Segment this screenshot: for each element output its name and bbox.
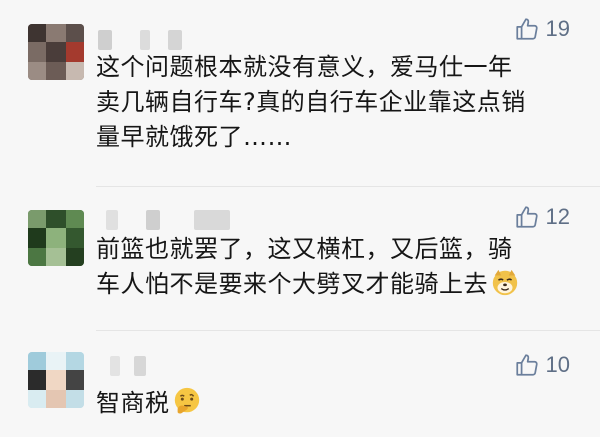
comment-text: 智商税	[96, 386, 586, 421]
comment-line: 车人怕不是要来个大劈叉才能骑上去	[96, 270, 488, 298]
like-count: 10	[545, 352, 570, 377]
divider	[96, 186, 600, 187]
thumbs-up-icon	[515, 354, 538, 376]
avatar[interactable]	[28, 352, 84, 408]
avatar[interactable]	[28, 24, 84, 80]
comment-line-with-emoji: 车人怕不是要来个大劈叉才能骑上去	[96, 267, 586, 302]
divider	[96, 330, 600, 331]
comment-1: 19 这个问题根本就没有意义，爱马仕一年 卖几辆自行车?真的自行车企业靠这点销 …	[0, 0, 600, 180]
comment-text: 这个问题根本就没有意义，爱马仕一年 卖几辆自行车?真的自行车企业靠这点销 量早就…	[96, 50, 586, 155]
like-count: 19	[545, 16, 570, 41]
comment-line: 智商税	[96, 389, 170, 417]
thinking-emoji	[174, 387, 199, 414]
thumbs-up-icon	[515, 18, 538, 40]
comment-line: 卖几辆自行车?真的自行车企业靠这点销	[96, 88, 526, 116]
thumbs-up-icon	[515, 206, 538, 228]
comment-2: 12 前篮也就罢了，这又横杠，又后篮，骑 车人怕不是要来个大劈叉才能骑上去	[0, 190, 600, 330]
comment-line-with-emoji: 智商税	[96, 386, 586, 421]
like-button[interactable]: 12	[514, 204, 570, 230]
comment-line: 前篮也就罢了，这又横杠，又后篮，骑	[96, 235, 513, 263]
comment-section: { "comments": [ { "likes": "19", "lines"…	[0, 0, 600, 437]
comment-text: 前篮也就罢了，这又横杠，又后篮，骑 车人怕不是要来个大劈叉才能骑上去	[96, 232, 586, 302]
like-button[interactable]: 19	[514, 16, 570, 42]
comment-line: 这个问题根本就没有意义，爱马仕一年	[96, 53, 513, 81]
avatar[interactable]	[28, 210, 84, 266]
doge-emoji	[492, 269, 518, 296]
like-count: 12	[545, 204, 570, 229]
comment-line: 量早就饿死了……	[96, 123, 292, 151]
comment-3: 10 智商税	[0, 334, 600, 437]
like-button[interactable]: 10	[514, 352, 570, 378]
